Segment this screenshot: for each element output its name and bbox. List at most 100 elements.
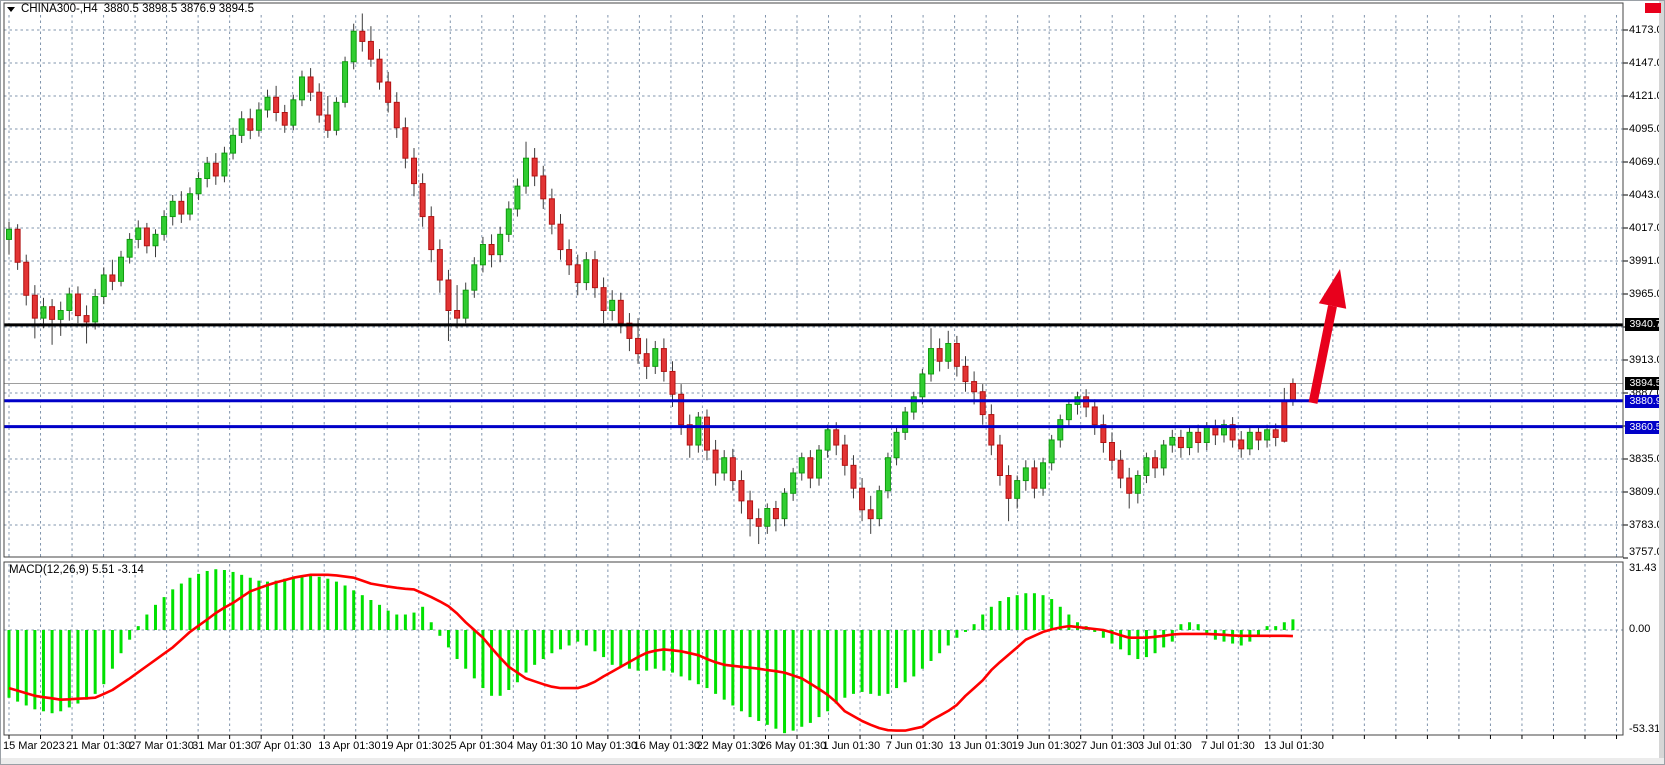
- time-tick-label: 26 May 01:30: [760, 740, 827, 752]
- macd-histogram-bar: [266, 582, 269, 630]
- macd-histogram-bar: [292, 577, 295, 630]
- macd-histogram-bar: [1067, 615, 1070, 630]
- symbol-dropdown-icon[interactable]: [7, 7, 15, 12]
- price-tick-label: 4017.0: [1629, 222, 1663, 234]
- candle-bull: [1066, 404, 1071, 419]
- candle-bull: [1041, 463, 1046, 488]
- price-tick-label: 3991.0: [1629, 255, 1663, 267]
- candle-bull: [1265, 430, 1270, 440]
- macd-histogram-bar: [1050, 599, 1053, 630]
- candle-bear: [636, 338, 641, 353]
- candle-bull: [506, 209, 511, 234]
- macd-histogram-bar: [998, 601, 1001, 630]
- macd-histogram-bar: [973, 624, 976, 630]
- macd-scale-max: 31.43: [1629, 562, 1657, 574]
- macd-histogram-bar: [309, 576, 312, 630]
- candle-bull: [524, 158, 529, 186]
- macd-histogram-bar: [240, 575, 243, 630]
- macd-histogram-bar: [792, 630, 795, 731]
- macd-histogram-bar: [585, 630, 588, 645]
- macd-histogram-bar: [1136, 630, 1139, 659]
- candle-bear: [110, 275, 115, 281]
- macd-histogram-bar: [559, 630, 562, 649]
- candle-bull: [351, 31, 356, 61]
- time-tick-label: 13 Jun 01:30: [949, 740, 1013, 752]
- macd-histogram-bar: [395, 615, 398, 630]
- macd-histogram-bar: [1154, 630, 1157, 653]
- chart-canvas[interactable]: [1, 1, 1665, 765]
- macd-histogram-bar: [697, 630, 700, 684]
- candle-bull: [334, 102, 339, 130]
- macd-histogram-bar: [1179, 624, 1182, 630]
- macd-histogram-bar: [188, 578, 191, 630]
- macd-histogram-bar: [757, 630, 760, 721]
- candle-bear: [661, 349, 666, 372]
- candle-bull: [584, 260, 589, 283]
- candle-bear: [282, 113, 287, 126]
- candle-bull: [885, 458, 890, 491]
- macd-histogram-bar: [1016, 595, 1019, 630]
- up-arrow-shaft[interactable]: [1313, 306, 1333, 403]
- macd-histogram-bar: [456, 630, 459, 659]
- macd-histogram-bar: [861, 630, 864, 692]
- macd-histogram-bar: [826, 630, 829, 711]
- candle-bear: [756, 519, 761, 527]
- macd-histogram-bar: [499, 630, 502, 696]
- macd-histogram-bar: [378, 605, 381, 630]
- time-tick-label: 7 Apr 01:30: [255, 740, 311, 752]
- macd-histogram-bar: [369, 600, 372, 630]
- candle-bull: [515, 186, 520, 209]
- candle-bear: [739, 481, 744, 501]
- candle-bear: [1282, 401, 1287, 442]
- macd-histogram-bar: [576, 630, 579, 642]
- macd-histogram-bar: [817, 630, 820, 717]
- window-bottom-edge: [1, 758, 1665, 765]
- macd-histogram-bar: [76, 630, 79, 704]
- macd-histogram-bar: [1007, 597, 1010, 630]
- candle-bull: [291, 100, 296, 125]
- macd-histogram-bar: [94, 630, 97, 694]
- time-tick-label: 7 Jun 01:30: [886, 740, 944, 752]
- price-tick-label: 4095.0: [1629, 123, 1663, 135]
- chart-symbol-period: CHINA300-,H4: [21, 3, 98, 15]
- macd-histogram-bar: [680, 630, 683, 676]
- macd-histogram-bar: [1033, 593, 1036, 630]
- macd-histogram-bar: [895, 630, 898, 688]
- candle-bull: [187, 194, 192, 214]
- candle-bear: [618, 300, 623, 323]
- macd-histogram-bar: [1119, 630, 1122, 649]
- candle-bear: [1109, 443, 1114, 461]
- candle-bull: [894, 432, 899, 457]
- price-tick-label: 3835.0: [1629, 453, 1663, 465]
- macd-histogram-bar: [464, 630, 467, 669]
- candle-bear: [808, 458, 813, 478]
- candle-bear: [549, 199, 554, 224]
- candle-bear: [360, 31, 365, 41]
- macd-histogram-bar: [33, 630, 36, 709]
- macd-histogram-bar: [137, 626, 140, 630]
- macd-histogram-bar: [731, 630, 734, 705]
- macd-histogram-bar: [1291, 619, 1294, 630]
- candle-bull: [256, 110, 261, 130]
- macd-histogram-bar: [1188, 622, 1191, 630]
- candle-bull: [498, 234, 503, 254]
- candle-bear: [713, 450, 718, 473]
- macd-histogram-bar: [507, 630, 510, 690]
- macd-histogram-bar: [42, 630, 45, 711]
- candle-bear: [937, 349, 942, 362]
- candle-bull: [265, 97, 270, 110]
- macd-histogram-bar: [852, 630, 855, 694]
- macd-histogram-bar: [163, 597, 166, 630]
- candle-bear: [860, 488, 865, 510]
- macd-histogram-bar: [964, 630, 967, 632]
- time-tick-label: 31 Mar 01:30: [192, 740, 257, 752]
- candle-bear: [32, 295, 37, 318]
- macd-histogram-bar: [611, 630, 614, 665]
- macd-histogram-bar: [404, 615, 407, 630]
- candle-bear: [601, 288, 606, 311]
- candle-bull: [696, 417, 701, 445]
- macd-histogram-bar: [490, 630, 493, 696]
- indicator-label: MACD(12,26,9) 5.51 -3.14: [9, 564, 144, 576]
- macd-histogram-bar: [300, 576, 303, 630]
- macd-histogram-bar: [688, 630, 691, 680]
